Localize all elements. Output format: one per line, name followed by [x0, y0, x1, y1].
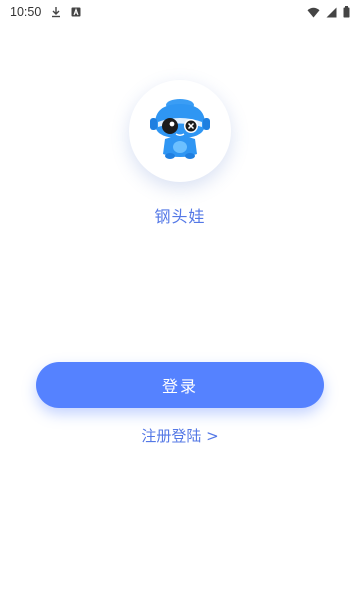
- register-link[interactable]: 注册登陆 >: [0, 425, 360, 446]
- login-button[interactable]: 登录: [36, 362, 324, 408]
- download-icon: [51, 6, 61, 18]
- a-icon: [71, 7, 81, 17]
- login-screen: 10:50 钢头娃 登录 注册登陆 >: [0, 0, 360, 600]
- status-time: 10:50: [10, 5, 42, 19]
- status-right: [307, 6, 350, 18]
- status-left: 10:50: [10, 5, 81, 19]
- status-bar: 10:50: [0, 0, 360, 24]
- app-logo: [129, 80, 231, 182]
- battery-icon: [343, 6, 350, 18]
- app-name: 钢头娃: [154, 207, 206, 226]
- wifi-icon: [307, 7, 320, 18]
- robot-mascot-icon: [145, 94, 215, 168]
- signal-icon: [326, 7, 337, 18]
